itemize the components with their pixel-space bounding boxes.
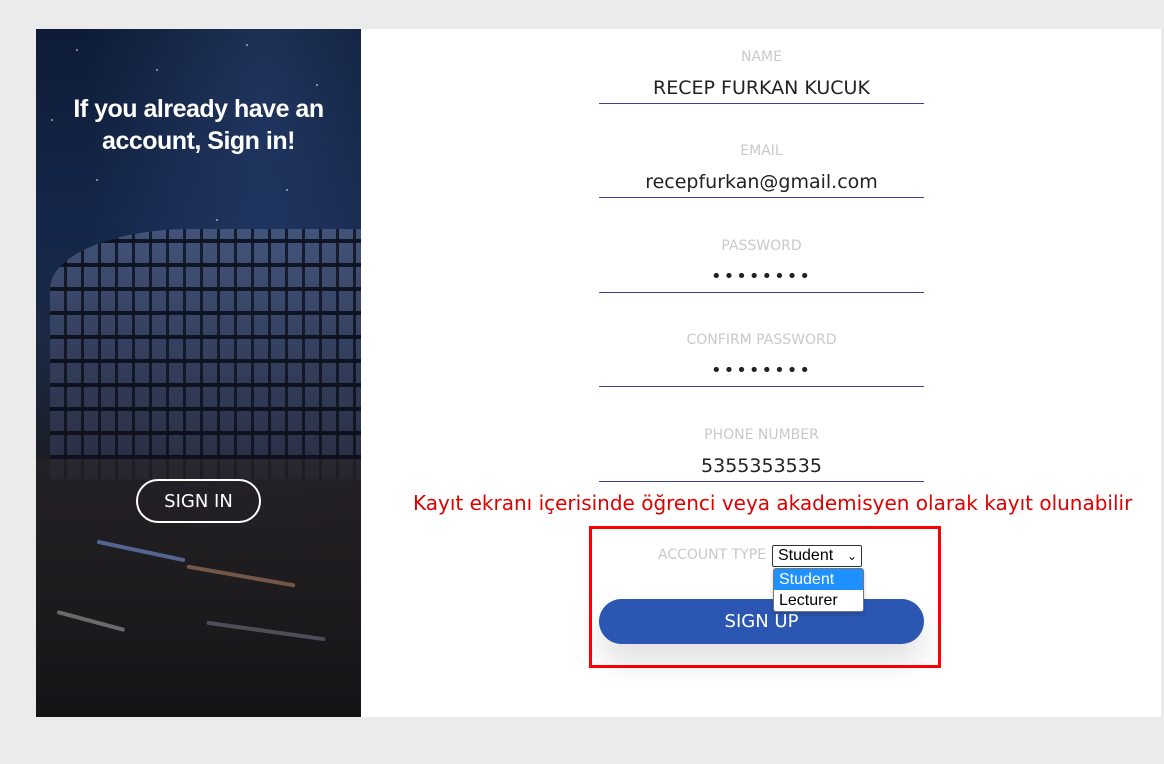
password-label: PASSWORD <box>721 238 802 254</box>
account-type-label: ACCOUNT TYPE <box>658 547 767 563</box>
signin-prompt-title: If you already have an account, Sign in! <box>73 95 324 155</box>
phone-field: PHONE NUMBER 5355353535 <box>599 425 924 482</box>
account-type-selected-value: Student <box>778 547 834 564</box>
phone-input[interactable]: 5355353535 <box>599 451 924 482</box>
signup-card: If you already have an account, Sign in!… <box>36 29 1161 717</box>
side-panel-night-building-image: If you already have an account, Sign in!… <box>36 29 361 717</box>
dropdown-option-student[interactable]: Student <box>774 569 863 590</box>
phone-label: PHONE NUMBER <box>704 427 819 443</box>
email-label: EMAIL <box>740 143 783 159</box>
confirm-password-input[interactable]: •••••••• <box>599 356 924 387</box>
email-field: EMAIL recepfurkan@gmail.com <box>599 141 924 198</box>
email-input[interactable]: recepfurkan@gmail.com <box>599 167 924 198</box>
confirm-password-field: CONFIRM PASSWORD •••••••• <box>599 330 924 387</box>
name-field: NAME RECEP FURKAN KUCUK <box>599 47 924 104</box>
name-label: NAME <box>741 49 782 65</box>
password-field: PASSWORD •••••••• <box>599 236 924 293</box>
annotation-text: Kayıt ekranı içerisinde öğrenci veya aka… <box>413 491 1133 515</box>
name-input[interactable]: RECEP FURKAN KUCUK <box>599 73 924 104</box>
dropdown-option-lecturer[interactable]: Lecturer <box>774 590 863 611</box>
confirm-password-label: CONFIRM PASSWORD <box>686 332 837 348</box>
password-input[interactable]: •••••••• <box>599 262 924 293</box>
chevron-down-icon: ⌄ <box>846 549 857 563</box>
account-type-select[interactable]: Student ⌄ <box>772 545 862 567</box>
building-silhouette <box>50 229 361 479</box>
signup-button[interactable]: SIGN UP <box>599 599 924 644</box>
account-type-dropdown: Student Lecturer <box>773 568 864 612</box>
signin-button[interactable]: SIGN IN <box>136 479 261 523</box>
